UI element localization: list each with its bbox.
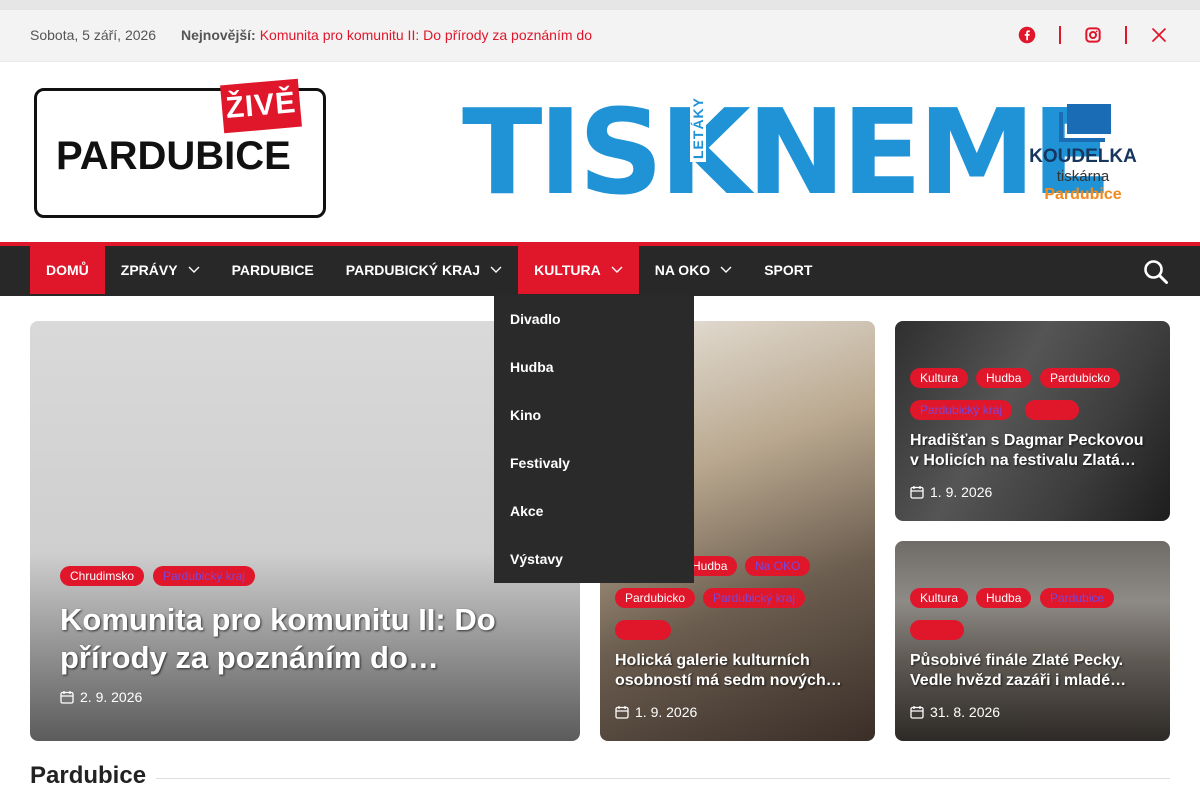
brand-town: Pardubice <box>1044 186 1122 203</box>
category-tag[interactable]: Pardubicko <box>1040 368 1121 388</box>
nav-item-region[interactable]: Pardubický kraj <box>330 246 518 294</box>
brand-name: KOUDELKA <box>1029 146 1137 167</box>
category-tag-unlabeled[interactable] <box>615 620 671 640</box>
dropdown-item-cinema[interactable]: Kino <box>494 391 694 439</box>
date-text: 1. 9. 2026 <box>930 484 993 500</box>
calendar-icon <box>615 706 629 719</box>
article-title[interactable]: Holická galerie kulturních osobností má … <box>615 651 855 691</box>
banner-brand: KOUDELKA tiskárna Pardubice <box>1024 104 1142 204</box>
logo-live-badge: ŽIVĚ <box>220 78 302 134</box>
latest-news: Nejnovější: Komunita pro komunitu II: Do … <box>181 27 592 43</box>
category-tag[interactable]: Pardubický kraj <box>910 400 1013 420</box>
top-strip <box>0 0 1200 10</box>
nav-item-sport[interactable]: Sport <box>748 246 828 294</box>
article-title[interactable]: Hradišťan s Dagmar Peckovou v Holicích n… <box>910 431 1155 471</box>
category-tag[interactable]: Kultura <box>910 588 969 608</box>
dropdown-item-music[interactable]: Hudba <box>494 343 694 391</box>
date-text: 31. 8. 2026 <box>930 704 1001 720</box>
calendar-icon <box>910 486 924 499</box>
category-tag[interactable]: Chrudimsko <box>60 566 145 586</box>
dropdown-item-theatre[interactable]: Divadlo <box>494 295 694 343</box>
site-logo[interactable]: ŽIVĚ PARDUBICE <box>34 78 326 218</box>
nav-label: Pardubický kraj <box>345 262 481 278</box>
nav-label: Kultura <box>534 262 601 278</box>
article-date: 31. 8. 2026 <box>910 704 1000 720</box>
category-tag[interactable]: Pardubický kraj <box>153 566 256 586</box>
section-header: Pardubice <box>30 762 1170 798</box>
category-tag[interactable]: Kultura <box>910 368 969 388</box>
category-tag[interactable]: Pardubický kraj <box>703 588 806 608</box>
facebook-icon[interactable] <box>1016 24 1038 46</box>
nav-label: Domů <box>46 262 89 278</box>
dropdown-item-festivals[interactable]: Festivaly <box>494 439 694 487</box>
article-card[interactable]: Kultura Hudba Pardubicko Pardubický kraj… <box>895 321 1170 521</box>
article-title[interactable]: Působivé finále Zlaté Pecky. Vedle hvězd… <box>910 651 1155 691</box>
calendar-icon <box>910 706 924 719</box>
nav-item-news[interactable]: Zprávy <box>105 246 216 294</box>
section-divider <box>30 778 1170 779</box>
brand-sub: tiskárna <box>1056 168 1110 185</box>
social-separator <box>1125 26 1127 44</box>
nav-label: Zprávy <box>120 262 178 278</box>
calendar-icon <box>60 691 74 704</box>
nav-menu: Domů Zprávy Pardubice Pardubický kraj Ku… <box>30 246 828 296</box>
chevron-down-icon <box>720 266 732 274</box>
nav-item-pardubice[interactable]: Pardubice <box>216 246 330 294</box>
culture-dropdown-menu: Divadlo Hudba Kino Festivaly Akce Výstav… <box>494 295 694 583</box>
social-links <box>1016 24 1170 46</box>
category-tag[interactable]: Na OKO <box>745 556 811 576</box>
chevron-down-icon <box>611 266 623 274</box>
nav-label: Na oko <box>654 262 711 278</box>
site-header: ŽIVĚ PARDUBICE TISKNEME LETÁKY KOUDELKA … <box>0 62 1200 244</box>
top-bar: Sobota, 5 září, 2026 Nejnovější: Komunita… <box>0 10 1200 62</box>
nav-item-na-oko[interactable]: Na oko <box>639 246 748 294</box>
latest-label: Nejnovější: <box>181 27 256 43</box>
nav-item-home[interactable]: Domů <box>30 246 105 294</box>
social-separator <box>1059 26 1061 44</box>
article-date: 1. 9. 2026 <box>615 704 697 720</box>
category-tag[interactable]: Pardubicko <box>615 588 696 608</box>
category-tag[interactable]: Hudba <box>976 368 1032 388</box>
chevron-down-icon <box>188 266 200 274</box>
main-navigation: Domů Zprávy Pardubice Pardubický kraj Ku… <box>0 242 1200 296</box>
nav-item-culture[interactable]: Kultura <box>518 246 639 294</box>
current-date: Sobota, 5 září, 2026 <box>30 27 157 43</box>
category-tag-unlabeled[interactable] <box>910 620 964 640</box>
article-title[interactable]: Komunita pro komunitu II: Do přírody za … <box>60 601 550 677</box>
category-tag[interactable]: Pardubice <box>1040 588 1115 608</box>
article-card[interactable]: Kultura Hudba Pardubice Působivé finále … <box>895 541 1170 741</box>
latest-news-link[interactable]: Komunita pro komunitu II: Do přírody za … <box>260 27 592 43</box>
category-tag[interactable]: Hudba <box>976 588 1032 608</box>
x-icon[interactable] <box>1148 24 1170 46</box>
date-text: 2. 9. 2026 <box>80 689 143 705</box>
dropdown-item-exhibitions[interactable]: Výstavy <box>494 535 694 583</box>
section-title: Pardubice <box>30 762 157 790</box>
brand-logo-icon <box>1055 104 1111 144</box>
search-icon[interactable] <box>1142 258 1170 286</box>
article-date: 2. 9. 2026 <box>60 689 142 705</box>
nav-label: Sport <box>764 262 813 278</box>
advert-banner[interactable]: TISKNEME LETÁKY KOUDELKA tiskárna Pardub… <box>462 83 1142 222</box>
banner-headline: TISKNEME <box>462 83 1112 221</box>
instagram-icon[interactable] <box>1082 24 1104 46</box>
category-tag-unlabeled[interactable] <box>1025 400 1079 420</box>
chevron-down-icon <box>490 266 502 274</box>
nav-label: Pardubice <box>231 262 314 278</box>
article-date: 1. 9. 2026 <box>910 484 992 500</box>
logo-city-text: PARDUBICE <box>56 134 291 178</box>
dropdown-item-events[interactable]: Akce <box>494 487 694 535</box>
date-text: 1. 9. 2026 <box>635 704 698 720</box>
banner-vertical-text: LETÁKY <box>690 94 706 162</box>
